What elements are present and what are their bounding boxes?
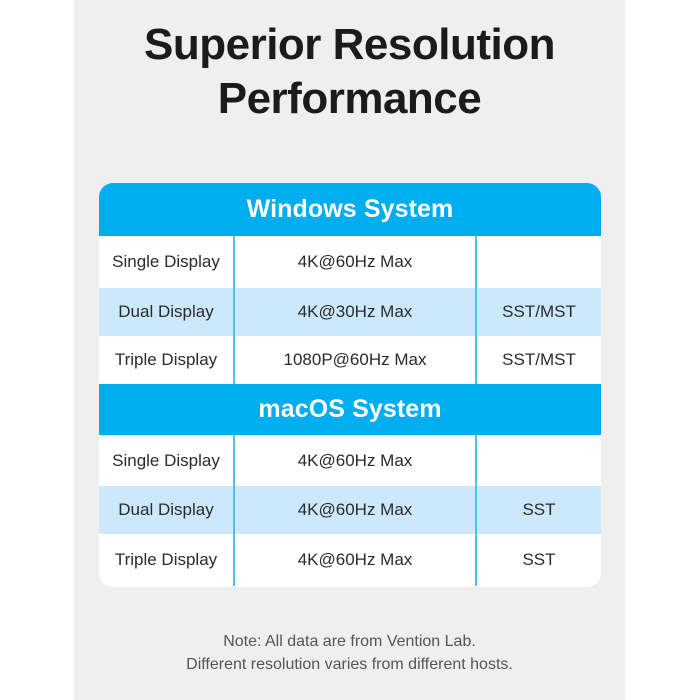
cell-resolution: 1080P@60Hz Max bbox=[233, 336, 477, 384]
table-row: Dual Display 4K@30Hz Max SST/MST bbox=[99, 288, 601, 336]
cell-display-type: Dual Display bbox=[118, 500, 214, 519]
cell-mode: SST bbox=[522, 500, 556, 519]
page-title: Superior Resolution Performance bbox=[74, 18, 625, 125]
page-title-line-2: Performance bbox=[217, 73, 482, 123]
resolution-table: Windows System Single Display 4K@60Hz Ma… bbox=[99, 183, 601, 587]
footnote-line-2: Different resolution varies from differe… bbox=[186, 656, 513, 674]
cell-mode: SST bbox=[522, 550, 556, 569]
cell-mode bbox=[477, 236, 601, 288]
cell-resolution: 4K@60Hz Max bbox=[233, 435, 477, 486]
product-spec-page: Superior Resolution Performance Windows … bbox=[0, 0, 700, 700]
table-row: Triple Display 4K@60Hz Max SST bbox=[99, 534, 601, 586]
cell-mode bbox=[477, 435, 601, 486]
page-title-line-1: Superior Resolution bbox=[144, 20, 555, 69]
table-row: Dual Display 4K@60Hz Max SST bbox=[99, 486, 601, 534]
footnote-line-1: Note: All data are from Vention Lab. bbox=[223, 633, 476, 650]
cell-mode: SST/MST bbox=[502, 350, 576, 369]
table-row: Single Display 4K@60Hz Max bbox=[99, 236, 601, 288]
cell-display-type: Triple Display bbox=[114, 350, 218, 369]
section-header-windows: Windows System bbox=[99, 183, 601, 236]
cell-resolution: 4K@60Hz Max bbox=[233, 486, 477, 534]
section-header-macos: macOS System bbox=[99, 384, 601, 435]
cell-display-type: Triple Display bbox=[114, 550, 218, 569]
cell-resolution: 4K@60Hz Max bbox=[233, 236, 477, 288]
cell-display-type: Single Display bbox=[112, 252, 220, 271]
cell-resolution: 4K@30Hz Max bbox=[233, 288, 477, 336]
cell-display-type: Dual Display bbox=[118, 302, 214, 321]
footnote: Note: All data are from Vention Lab. Dif… bbox=[74, 630, 625, 676]
table-row: Single Display 4K@60Hz Max bbox=[99, 435, 601, 486]
cell-resolution: 4K@60Hz Max bbox=[233, 534, 477, 586]
cell-display-type: Single Display bbox=[112, 450, 220, 470]
cell-mode: SST/MST bbox=[502, 302, 576, 321]
table-row: Triple Display 1080P@60Hz Max SST/MST bbox=[99, 336, 601, 384]
